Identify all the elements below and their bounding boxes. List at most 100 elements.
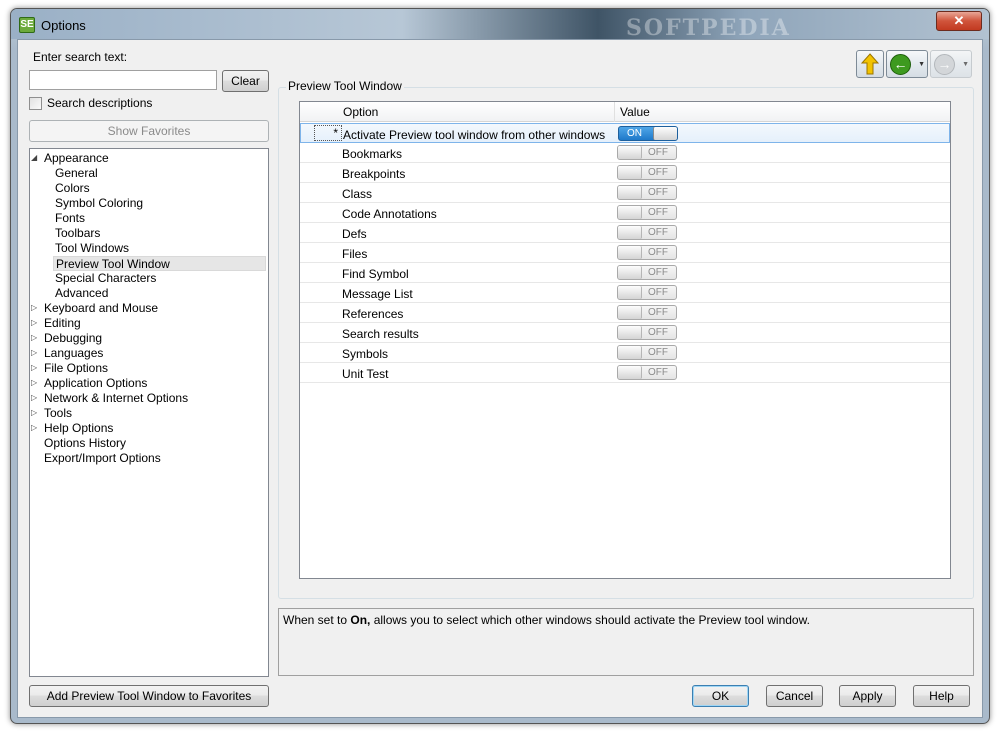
option-row[interactable]: Search results OFF — [300, 323, 950, 343]
collapsed-arrow-icon[interactable]: ▷ — [31, 393, 41, 403]
option-row[interactable]: Symbols OFF — [300, 343, 950, 363]
forward-button[interactable]: → ▼ — [930, 50, 972, 78]
value-toggle[interactable]: OFF — [617, 365, 677, 380]
collapsed-arrow-icon[interactable]: ▷ — [31, 378, 41, 388]
tree-item-toolbars[interactable]: Toolbars — [53, 226, 266, 241]
add-to-favorites-button[interactable]: Add Preview Tool Window to Favorites — [29, 685, 269, 707]
value-toggle[interactable]: OFF — [617, 285, 677, 300]
value-toggle[interactable]: OFF — [617, 265, 677, 280]
options-tree[interactable]: ◢ Appearance General Colors Symbol Coloring F… — [29, 148, 269, 677]
option-row[interactable]: Message List OFF — [300, 283, 950, 303]
tree-item-network-internet-options[interactable]: ▷ Network & Internet Options — [31, 391, 266, 406]
expanded-arrow-icon[interactable]: ◢ — [31, 153, 41, 163]
option-row[interactable]: Bookmarks OFF — [300, 143, 950, 163]
toggle-knob[interactable] — [618, 246, 642, 259]
collapsed-arrow-icon[interactable]: ▷ — [31, 348, 41, 358]
option-row[interactable]: References OFF — [300, 303, 950, 323]
search-input[interactable] — [29, 70, 217, 90]
toggle-knob[interactable] — [618, 366, 642, 379]
toggle-knob[interactable] — [618, 226, 642, 239]
option-row[interactable]: Breakpoints OFF — [300, 163, 950, 183]
search-descriptions-checkbox[interactable] — [29, 96, 42, 110]
option-row[interactable]: Unit Test OFF — [300, 363, 950, 383]
collapsed-arrow-icon[interactable]: ▷ — [31, 423, 41, 433]
tree-item-label: Preview Tool Window — [56, 257, 170, 271]
value-toggle[interactable]: OFF — [617, 245, 677, 260]
tree-item-special-characters[interactable]: Special Characters — [53, 271, 266, 286]
collapsed-arrow-icon[interactable]: ▷ — [31, 303, 41, 313]
ok-button[interactable]: OK — [692, 685, 749, 707]
tree-item-label: General — [55, 166, 98, 180]
cancel-button[interactable]: Cancel — [766, 685, 823, 707]
column-option[interactable]: Option — [343, 105, 378, 119]
option-row[interactable]: Code Annotations OFF — [300, 203, 950, 223]
tree-item-tools[interactable]: ▷ Tools — [31, 406, 266, 421]
column-value[interactable]: Value — [620, 105, 650, 119]
tree-item-tool-windows[interactable]: Tool Windows — [53, 241, 266, 256]
option-row[interactable]: Class OFF — [300, 183, 950, 203]
tree-item-fonts[interactable]: Fonts — [53, 211, 266, 226]
collapsed-arrow-icon[interactable]: ▷ — [31, 408, 41, 418]
tree-item-label: Debugging — [44, 331, 103, 345]
value-toggle[interactable]: OFF — [617, 185, 677, 200]
option-row[interactable]: Defs OFF — [300, 223, 950, 243]
value-toggle[interactable]: OFF — [617, 305, 677, 320]
toggle-knob[interactable] — [618, 206, 642, 219]
toggle-label: OFF — [648, 287, 668, 298]
toggle-knob[interactable] — [618, 166, 642, 179]
toggle-label: ON — [627, 128, 642, 139]
value-toggle[interactable]: ON — [618, 126, 678, 141]
collapsed-arrow-icon[interactable]: ▷ — [31, 333, 41, 343]
tree-item-general[interactable]: General — [53, 166, 266, 181]
tree-item-advanced[interactable]: Advanced — [53, 286, 266, 301]
close-button[interactable]: ✕ — [936, 11, 982, 31]
toggle-knob[interactable] — [618, 346, 642, 359]
toggle-knob[interactable] — [653, 127, 677, 140]
clear-button[interactable]: Clear — [222, 70, 269, 92]
option-row[interactable]: Find Symbol OFF — [300, 263, 950, 283]
tree-item-file-options[interactable]: ▷ File Options — [31, 361, 266, 376]
tree-item-debugging[interactable]: ▷ Debugging — [31, 331, 266, 346]
up-button[interactable] — [856, 50, 884, 78]
tree-item-keyboard-and-mouse[interactable]: ▷ Keyboard and Mouse — [31, 301, 266, 316]
tree-item-options-history[interactable]: Options History — [42, 436, 266, 451]
option-row[interactable]: * Activate Preview tool window from other… — [300, 123, 950, 143]
search-descriptions-row[interactable]: Search descriptions — [29, 96, 152, 110]
options-window: SE Options SOFTPEDIA ✕ Enter search text… — [10, 8, 990, 724]
toggle-knob[interactable] — [618, 186, 642, 199]
tree-item-export-import-options[interactable]: Export/Import Options — [42, 451, 266, 466]
collapsed-arrow-icon[interactable]: ▷ — [31, 363, 41, 373]
value-toggle[interactable]: OFF — [617, 225, 677, 240]
value-toggle[interactable]: OFF — [617, 165, 677, 180]
back-button[interactable]: ← ▼ — [886, 50, 928, 78]
value-toggle[interactable]: OFF — [617, 345, 677, 360]
back-dropdown-icon[interactable]: ▼ — [918, 61, 925, 68]
help-button[interactable]: Help — [913, 685, 970, 707]
option-name: Symbols — [342, 347, 389, 361]
value-toggle[interactable]: OFF — [617, 325, 677, 340]
toggle-knob[interactable] — [618, 326, 642, 339]
tree-item-editing[interactable]: ▷ Editing — [31, 316, 266, 331]
show-favorites-button[interactable]: Show Favorites — [29, 120, 269, 142]
toggle-label: OFF — [648, 167, 668, 178]
value-toggle[interactable]: OFF — [617, 145, 677, 160]
tree-item-appearance[interactable]: ◢ Appearance — [31, 151, 266, 166]
tree-item-help-options[interactable]: ▷ Help Options — [31, 421, 266, 436]
tree-item-colors[interactable]: Colors — [53, 181, 266, 196]
forward-dropdown-icon[interactable]: ▼ — [962, 61, 969, 68]
title-bar[interactable]: SE Options SOFTPEDIA ✕ — [11, 9, 989, 41]
toggle-knob[interactable] — [618, 266, 642, 279]
toggle-knob[interactable] — [618, 306, 642, 319]
collapsed-arrow-icon[interactable]: ▷ — [31, 318, 41, 328]
value-toggle[interactable]: OFF — [617, 205, 677, 220]
tree-item-symbol-coloring[interactable]: Symbol Coloring — [53, 196, 266, 211]
toggle-knob[interactable] — [618, 146, 642, 159]
option-row[interactable]: Files OFF — [300, 243, 950, 263]
tree-item-application-options[interactable]: ▷ Application Options — [31, 376, 266, 391]
apply-button[interactable]: Apply — [839, 685, 896, 707]
app-logo-icon: SE — [19, 17, 35, 33]
tree-item-languages[interactable]: ▷ Languages — [31, 346, 266, 361]
forward-arrow-icon: → — [934, 54, 955, 75]
tree-item-preview-tool-window[interactable]: Preview Tool Window — [53, 256, 266, 271]
toggle-knob[interactable] — [618, 286, 642, 299]
